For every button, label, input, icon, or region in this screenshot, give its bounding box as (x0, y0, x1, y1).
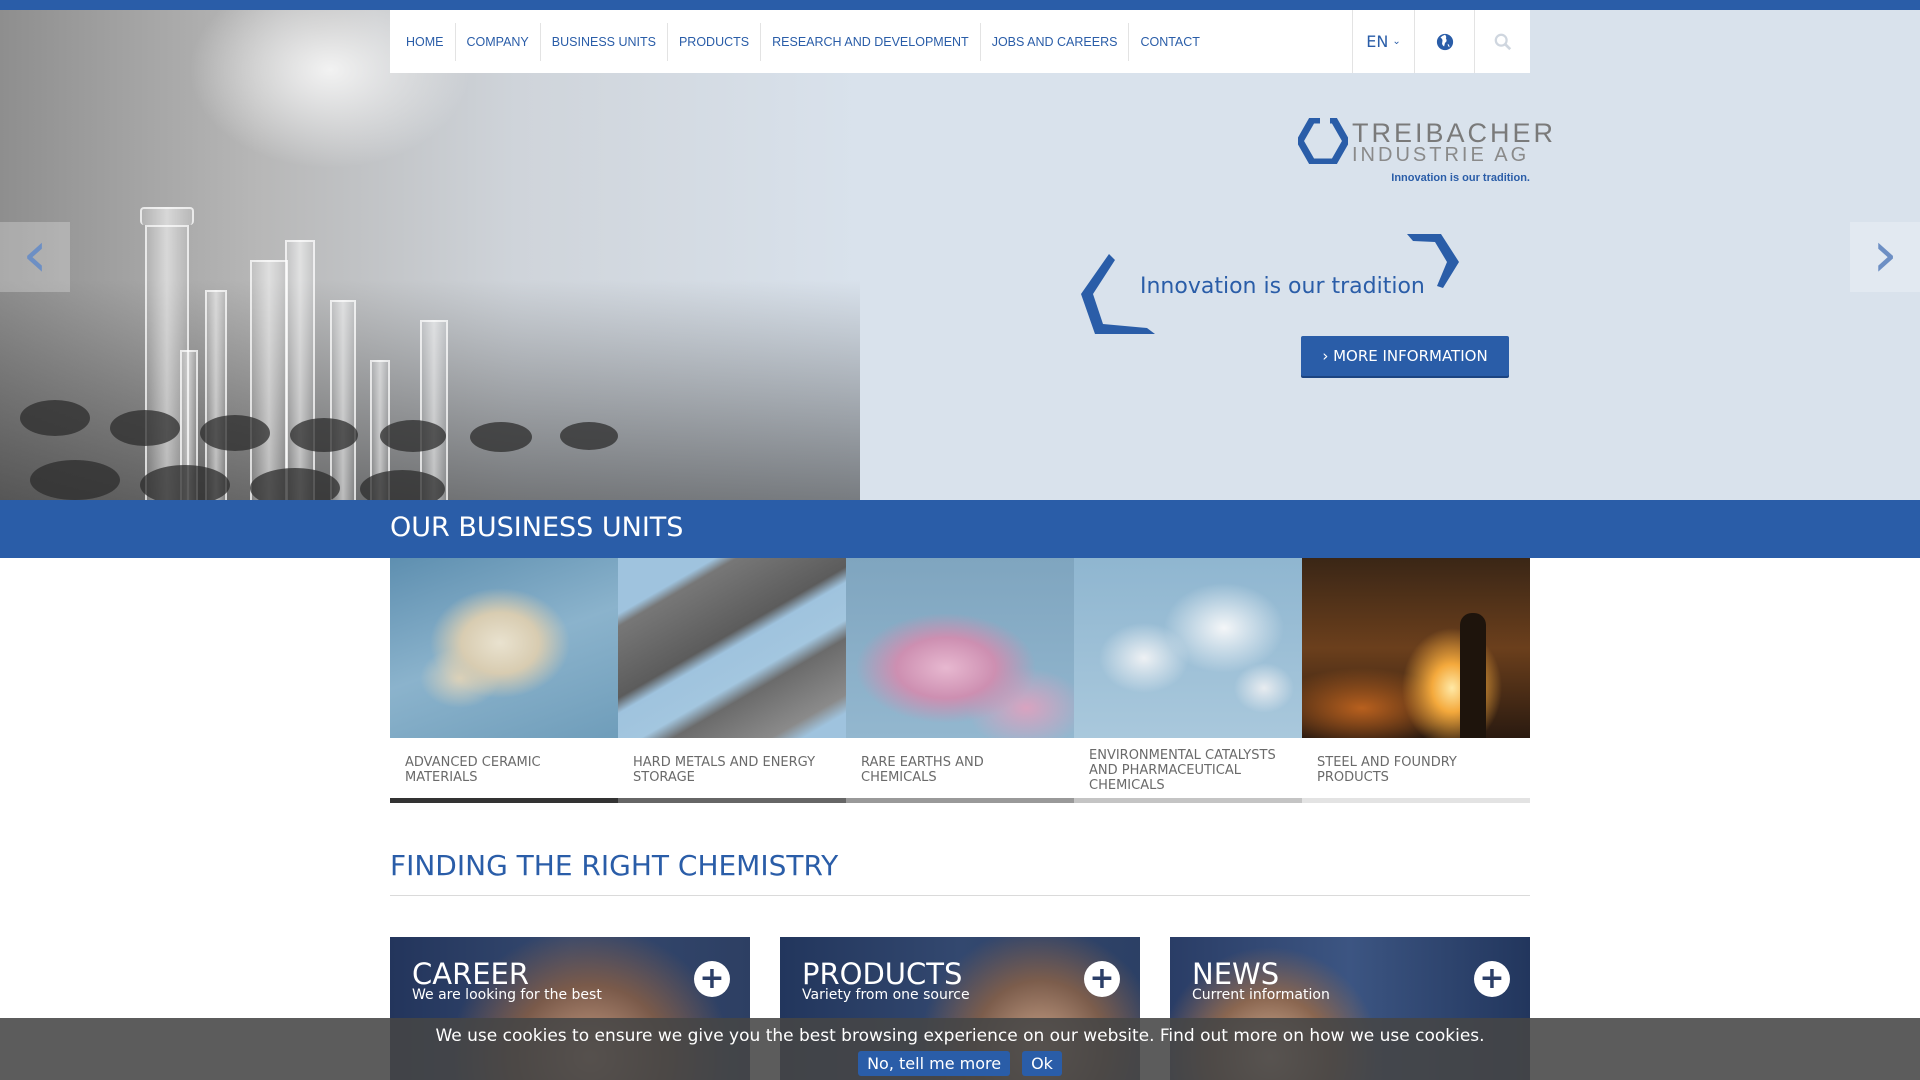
bracket-right-icon (1407, 234, 1459, 288)
business-units-header: OUR BUSINESS UNITS (0, 500, 1920, 558)
chevron-right-small-icon: › (1322, 347, 1329, 365)
nav-item-products[interactable]: PRODUCTS (668, 22, 762, 61)
search-button[interactable] (1474, 10, 1530, 73)
business-unit-indicator (618, 798, 846, 803)
plus-icon: + (1084, 961, 1120, 997)
business-unit-card-rare-earths[interactable]: RARE EARTHS AND CHEMICALS (846, 558, 1074, 803)
news-tile-subtitle: Current information (1192, 987, 1330, 1003)
career-tile-title: CAREER (412, 957, 530, 991)
cookie-message: We use cookies to ensure we give you the… (435, 1026, 1485, 1046)
language-label: EN (1366, 32, 1389, 51)
business-unit-indicator (1074, 798, 1302, 803)
business-units-title: OUR BUSINESS UNITS (390, 512, 684, 543)
logo-tagline: Innovation is our tradition. (1391, 172, 1530, 184)
slider-prev-button[interactable]: ‹ (0, 222, 70, 292)
business-unit-label: ADVANCED CERAMIC MATERIALS (405, 755, 541, 785)
products-tile-subtitle: Variety from one source (802, 987, 970, 1003)
nav-item-business-units[interactable]: BUSINESS UNITS (541, 22, 668, 61)
more-information-label: MORE INFORMATION (1333, 347, 1488, 365)
language-selector[interactable]: EN ⌄ (1352, 10, 1414, 73)
cookie-actions: No, tell me more Ok (0, 1051, 1920, 1076)
section-divider (390, 895, 1530, 896)
business-unit-label: HARD METALS AND ENERGY STORAGE (633, 755, 816, 785)
nav-menu: HOME COMPANY BUSINESS UNITS PRODUCTS RES… (390, 10, 1352, 73)
hero-slogan-block: Innovation is our tradition (1075, 232, 1465, 342)
finding-section-title: FINDING THE RIGHT CHEMISTRY (390, 849, 839, 882)
business-unit-label: ENVIRONMENTAL CATALYSTS AND PHARMACEUTIC… (1089, 747, 1276, 793)
logo-text-line2: INDUSTRIE AG (1352, 144, 1530, 166)
ceramic-powder-image (390, 558, 618, 738)
products-tile-title: PRODUCTS (802, 957, 963, 991)
catalysts-crystals-image (1074, 558, 1302, 738)
business-unit-card-catalysts[interactable]: ENVIRONMENTAL CATALYSTS AND PHARMACEUTIC… (1074, 558, 1302, 803)
business-unit-card-ceramic[interactable]: ADVANCED CERAMIC MATERIALS (390, 558, 618, 803)
steel-foundry-image (1302, 558, 1530, 738)
globe-icon (1436, 33, 1453, 50)
hero-slogan: Innovation is our tradition (1140, 274, 1425, 299)
rare-earths-powder-image (846, 558, 1074, 738)
chevron-left-icon: ‹ (22, 218, 48, 292)
business-unit-indicator (390, 798, 618, 803)
business-units-grid: ADVANCED CERAMIC MATERIALS HARD METALS A… (390, 558, 1530, 803)
business-unit-card-hard-metals[interactable]: HARD METALS AND ENERGY STORAGE (618, 558, 846, 803)
search-icon (1494, 33, 1511, 50)
career-tile-subtitle: We are looking for the best (412, 987, 602, 1003)
business-unit-card-steel[interactable]: STEEL AND FOUNDRY PRODUCTS (1302, 558, 1530, 803)
plus-icon: + (1474, 961, 1510, 997)
nav-item-research[interactable]: RESEARCH AND DEVELOPMENT (761, 22, 981, 61)
business-unit-label: STEEL AND FOUNDRY PRODUCTS (1317, 755, 1457, 785)
nav-item-contact[interactable]: CONTACT (1129, 23, 1211, 61)
business-unit-indicator (1302, 798, 1530, 803)
cookie-ok-button[interactable]: Ok (1022, 1051, 1062, 1076)
cookie-banner: We use cookies to ensure we give you the… (0, 1018, 1920, 1080)
hard-metals-powder-image (618, 558, 846, 738)
nav-item-jobs[interactable]: JOBS AND CAREERS (981, 22, 1130, 61)
hero-lab-photo (0, 10, 860, 500)
nav-item-home[interactable]: HOME (395, 22, 456, 61)
plus-icon: + (694, 961, 730, 997)
slider-next-button[interactable]: › (1850, 222, 1920, 292)
news-tile-title: NEWS (1192, 957, 1280, 991)
top-accent-stripe (0, 0, 1920, 10)
business-unit-label: RARE EARTHS AND CHEMICALS (861, 755, 984, 785)
cookie-more-button[interactable]: No, tell me more (858, 1051, 1011, 1076)
business-unit-indicator (846, 798, 1074, 803)
more-information-button[interactable]: › MORE INFORMATION (1301, 336, 1509, 376)
logo-mark-icon (1298, 118, 1348, 164)
nav-item-company[interactable]: COMPANY (456, 22, 541, 61)
globe-button[interactable] (1414, 10, 1474, 73)
hero-slider: ‹ › (0, 10, 1920, 500)
main-navigation: HOME COMPANY BUSINESS UNITS PRODUCTS RES… (390, 10, 1530, 73)
company-logo[interactable]: TREIBACHER INDUSTRIE AG Innovation is ou… (1298, 118, 1553, 188)
chevron-right-icon: › (1872, 218, 1898, 292)
chevron-down-icon: ⌄ (1392, 36, 1401, 47)
